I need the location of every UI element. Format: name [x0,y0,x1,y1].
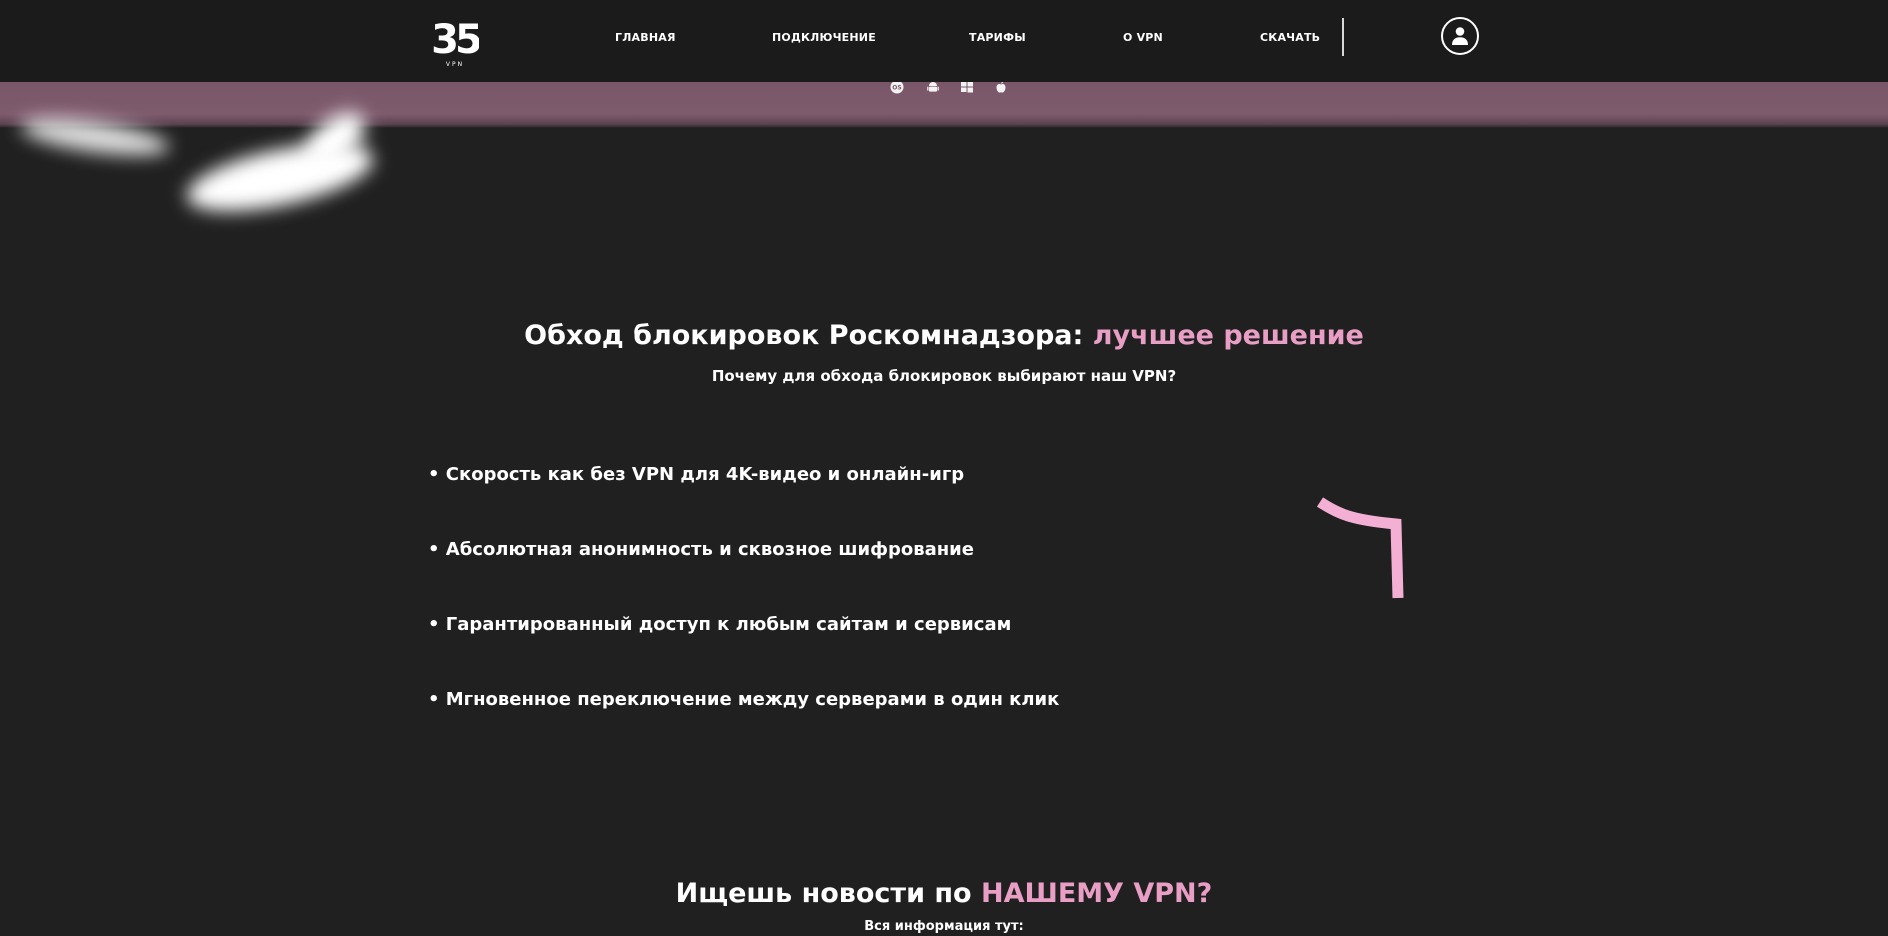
nav-download[interactable]: СКАЧАТЬ [1260,29,1320,47]
news-title-main: Ищешь новости по [675,878,981,909]
macos-badge-text: OS [892,84,901,91]
hero-background [0,82,1888,128]
news-subtitle: Вся информация тут: [864,919,1024,934]
site-header: 35 VPN ГЛАВНАЯ ПОДКЛЮЧЕНИЕ ТАРИФЫ О VPN … [0,0,1888,82]
benefits-title: Обход блокировок Роскомнадзора: лучшее р… [0,316,1888,356]
user-icon [1452,27,1468,45]
benefits-title-accent: лучшее решение [1092,320,1364,351]
news-title-accent: НАШЕМУ VPN? [981,878,1213,909]
benefits-title-main: Обход блокировок Роскомнадзора: [524,320,1093,351]
nav-pricing[interactable]: ТАРИФЫ [969,29,1026,47]
benefit-item: • Мгновенное переключение между серверам… [428,689,1060,710]
decorative-arc [1316,497,1404,599]
logo-text: 35 [431,17,479,63]
nav-divider [1342,18,1344,56]
logo-subtext: VPN [446,61,464,68]
page: OS 35 VPN ГЛАВНАЯ ПОДКЛЮЧЕНИЕ ТАРИФЫ О V… [0,0,1888,936]
benefit-item: • Скорость как без VPN для 4K-видео и он… [428,464,965,485]
benefits-subtitle: Почему для обхода блокировок выбирают на… [711,367,1177,385]
nav-home[interactable]: ГЛАВНАЯ [615,29,676,47]
benefit-item: • Гарантированный доступ к любым сайтам … [428,614,1012,635]
nav-connection[interactable]: ПОДКЛЮЧЕНИЕ [772,29,876,47]
account-button[interactable] [1441,17,1479,55]
nav-about-vpn[interactable]: О VPN [1123,29,1163,47]
benefit-item: • Абсолютная анонимность и сквозное шифр… [428,539,974,560]
news-title: Ищешь новости по НАШЕМУ VPN? [0,874,1888,914]
logo[interactable]: 35 VPN [431,16,485,68]
